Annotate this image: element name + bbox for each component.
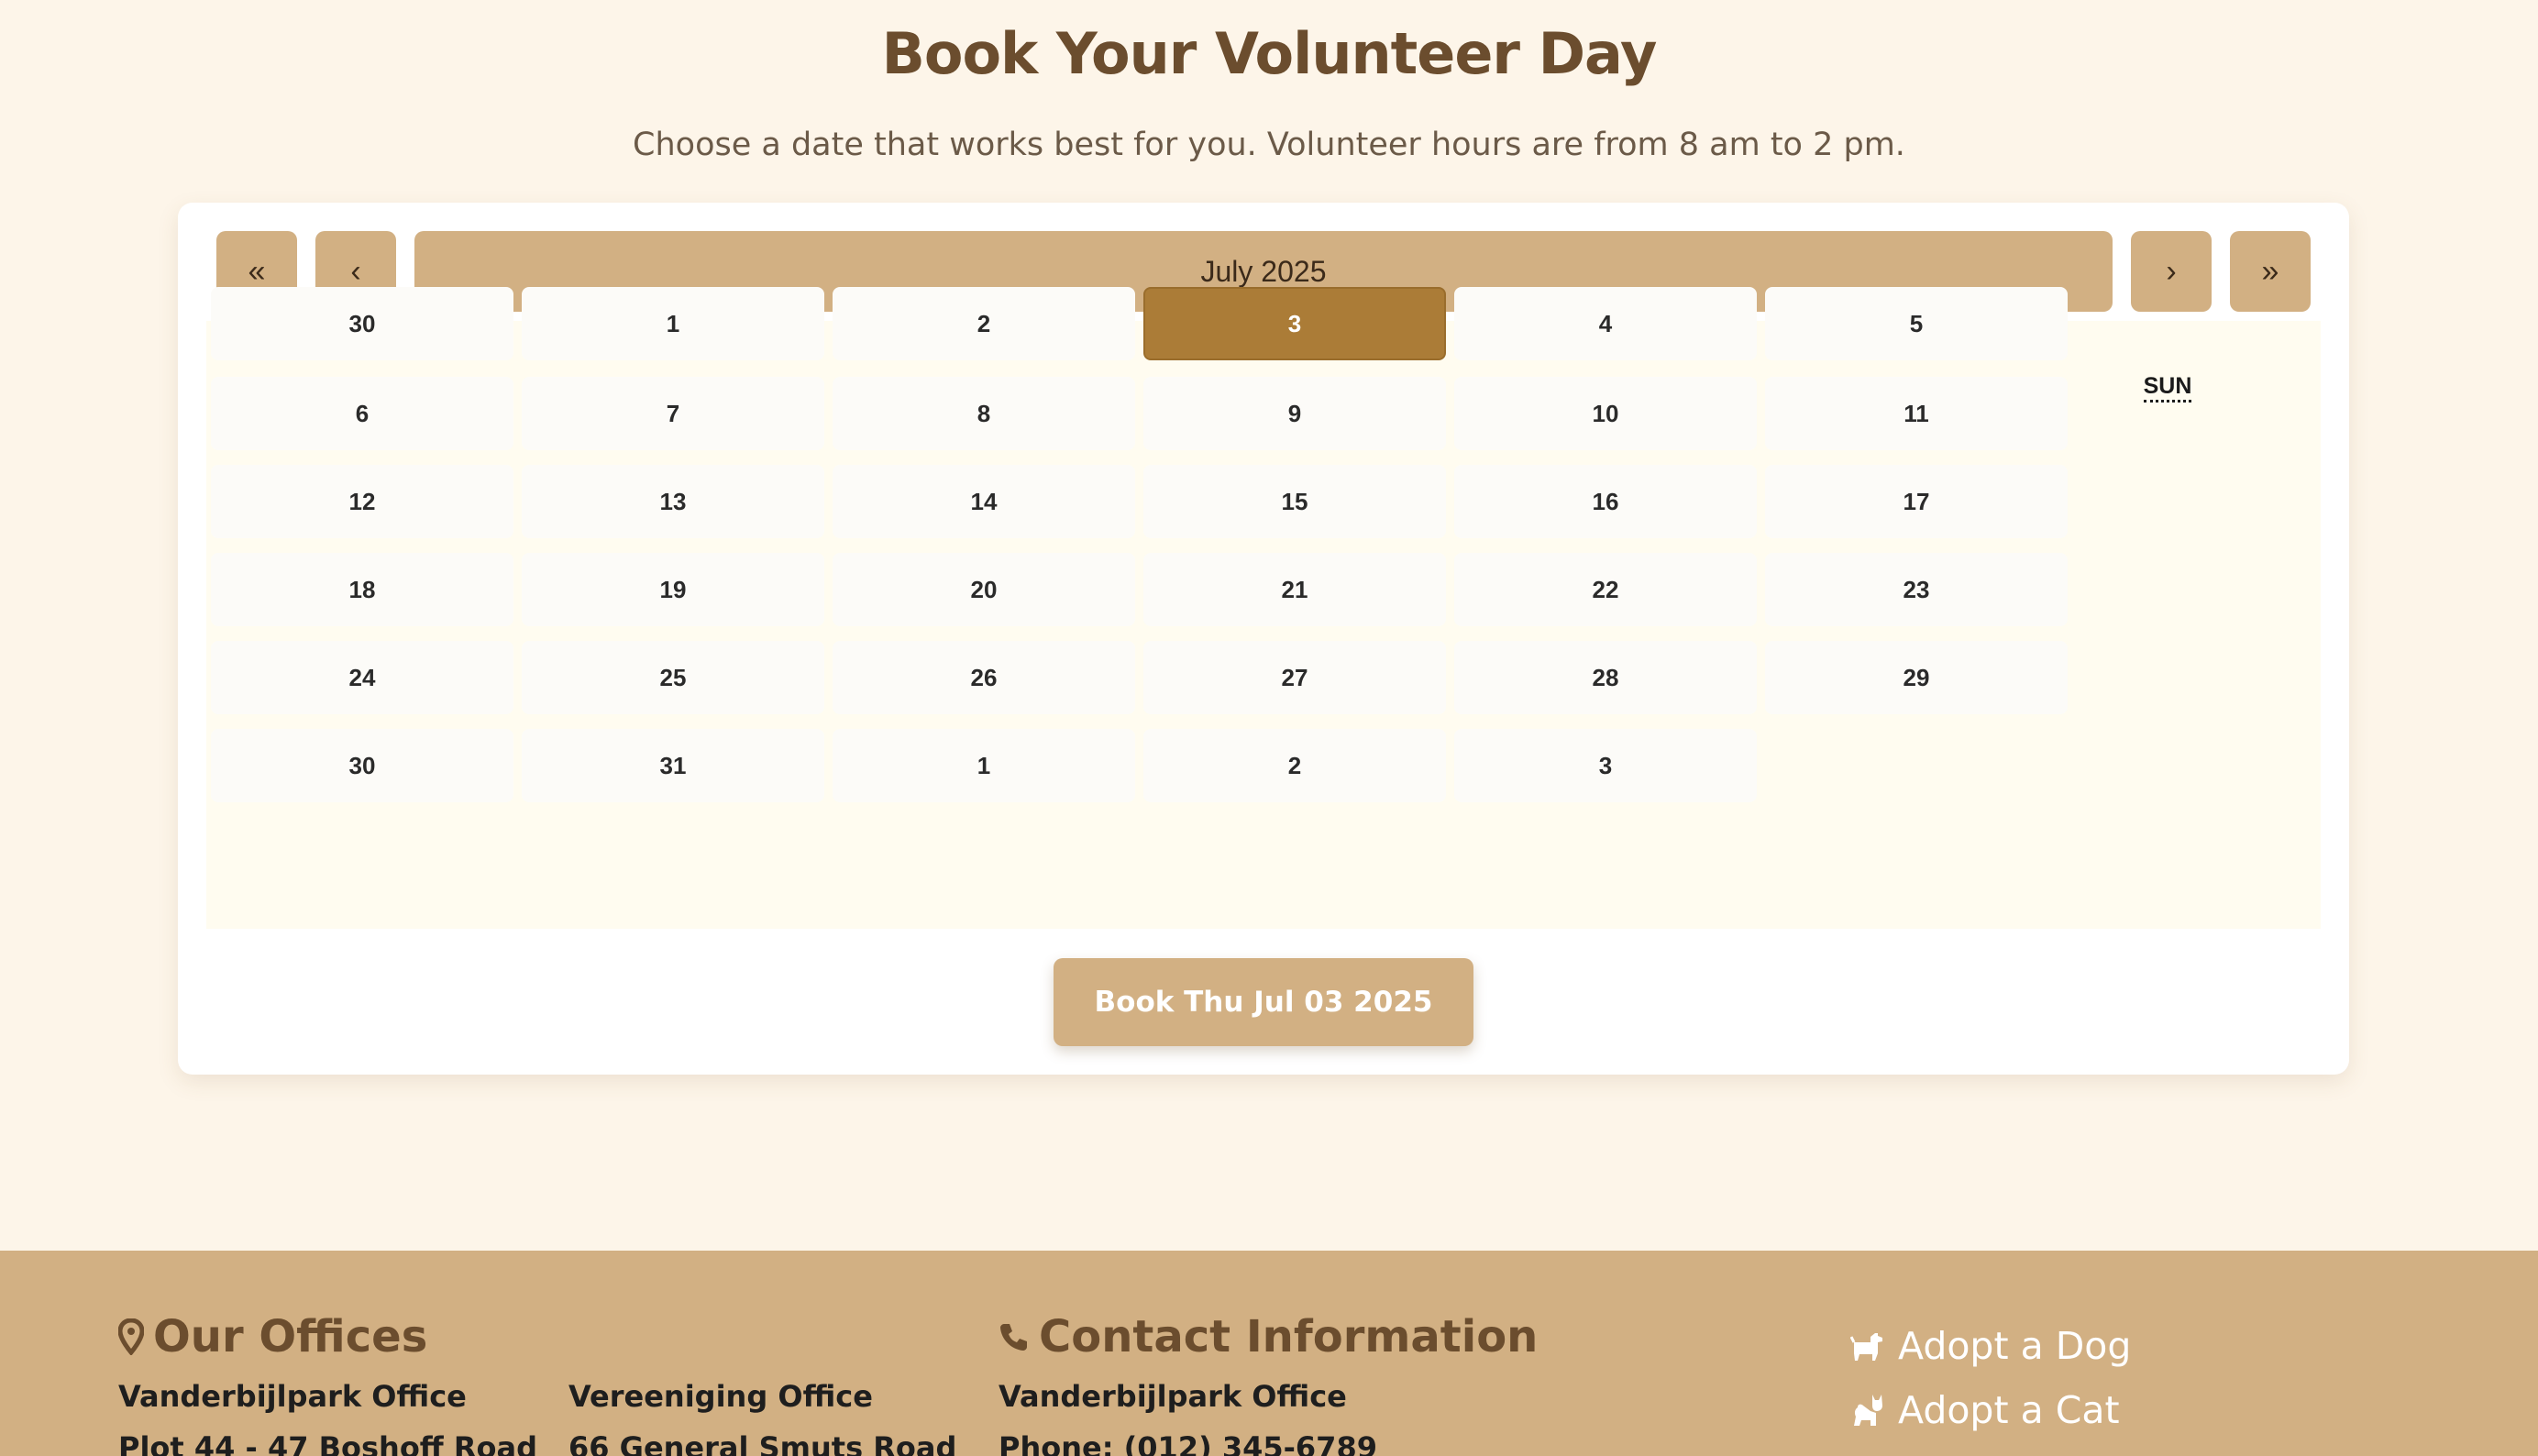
calendar-day[interactable]: 21: [1143, 553, 1446, 626]
calendar-day[interactable]: 5: [1765, 287, 2068, 360]
contact-heading: Contact Information: [999, 1311, 1538, 1362]
calendar-day[interactable]: 14: [833, 465, 1135, 538]
calendar-day[interactable]: 22: [1454, 553, 1757, 626]
adopt-cat-link[interactable]: Adopt a Cat: [1850, 1388, 2120, 1432]
footer: Our Offices Vanderbijlpark Office Plot 4…: [0, 1251, 2538, 1456]
calendar-day[interactable]: 24: [211, 641, 513, 714]
calendar-day[interactable]: 15: [1143, 465, 1446, 538]
calendar-day[interactable]: 6: [211, 377, 513, 450]
calendar-day[interactable]: 4: [1454, 287, 1757, 360]
calendar-day[interactable]: 27: [1143, 641, 1446, 714]
calendar-day[interactable]: 1: [833, 729, 1135, 802]
office-1-address: Plot 44 - 47 Boshoff Road: [118, 1430, 537, 1456]
calendar-day[interactable]: 12: [211, 465, 513, 538]
offices-heading: Our Offices: [118, 1311, 427, 1362]
calendar-day[interactable]: 31: [522, 729, 824, 802]
contact-phone: Phone: (012) 345-6789: [999, 1430, 1377, 1456]
calendar-day[interactable]: 2: [1143, 729, 1446, 802]
page-title: Book Your Volunteer Day: [881, 20, 1658, 87]
book-date-button[interactable]: Book Thu Jul 03 2025: [1054, 958, 1473, 1046]
dog-icon: [1850, 1329, 1885, 1362]
office-1-name: Vanderbijlpark Office: [118, 1379, 467, 1414]
contact-heading-text: Contact Information: [1039, 1311, 1539, 1362]
calendar-day[interactable]: 2: [833, 287, 1135, 360]
calendar-day[interactable]: 11: [1765, 377, 2068, 450]
weekday-label: SUN: [2143, 373, 2192, 403]
office-2-name: Vereeniging Office: [568, 1379, 873, 1414]
calendar-day[interactable]: 17: [1765, 465, 2068, 538]
calendar-day[interactable]: 16: [1454, 465, 1757, 538]
calendar-day[interactable]: 30: [211, 729, 513, 802]
page: Book Your Volunteer Day Choose a date th…: [0, 0, 2538, 1456]
next-year-button[interactable]: »: [2230, 231, 2311, 312]
calendar-grid: MONTUEWEDTHUFRISATSUN3012345678910111213…: [206, 287, 2321, 929]
calendar-day[interactable]: 13: [522, 465, 824, 538]
calendar-day[interactable]: 9: [1143, 377, 1446, 450]
page-subtitle: Choose a date that works best for you. V…: [633, 127, 1905, 163]
adopt-dog-link[interactable]: Adopt a Dog: [1850, 1324, 2131, 1368]
calendar-day[interactable]: 3: [1143, 287, 1446, 360]
calendar-card: « ‹ July 2025 › » MONTUEWEDTHUFRISATSUN3…: [178, 203, 2349, 1075]
next-month-button[interactable]: ›: [2131, 231, 2212, 312]
office-2-address: 66 General Smuts Road: [568, 1430, 957, 1456]
calendar-day[interactable]: 28: [1454, 641, 1757, 714]
calendar-day[interactable]: 7: [522, 377, 824, 450]
calendar-day[interactable]: 20: [833, 553, 1135, 626]
calendar-day[interactable]: 25: [522, 641, 824, 714]
adopt-cat-label: Adopt a Cat: [1898, 1388, 2120, 1432]
offices-heading-text: Our Offices: [153, 1311, 428, 1362]
phone-icon: [999, 1321, 1030, 1352]
calendar-day[interactable]: 18: [211, 553, 513, 626]
calendar-day[interactable]: 29: [1765, 641, 2068, 714]
calendar-day[interactable]: 23: [1765, 553, 2068, 626]
calendar-day[interactable]: 26: [833, 641, 1135, 714]
cat-icon: [1850, 1393, 1885, 1428]
calendar-day[interactable]: 10: [1454, 377, 1757, 450]
adopt-dog-label: Adopt a Dog: [1898, 1324, 2132, 1368]
calendar-day[interactable]: 3: [1454, 729, 1757, 802]
calendar-day[interactable]: 30: [211, 287, 513, 360]
calendar-day[interactable]: 8: [833, 377, 1135, 450]
calendar-day[interactable]: 19: [522, 553, 824, 626]
calendar-day[interactable]: 1: [522, 287, 824, 360]
map-pin-icon: [118, 1318, 144, 1355]
contact-office-name: Vanderbijlpark Office: [999, 1379, 1347, 1414]
